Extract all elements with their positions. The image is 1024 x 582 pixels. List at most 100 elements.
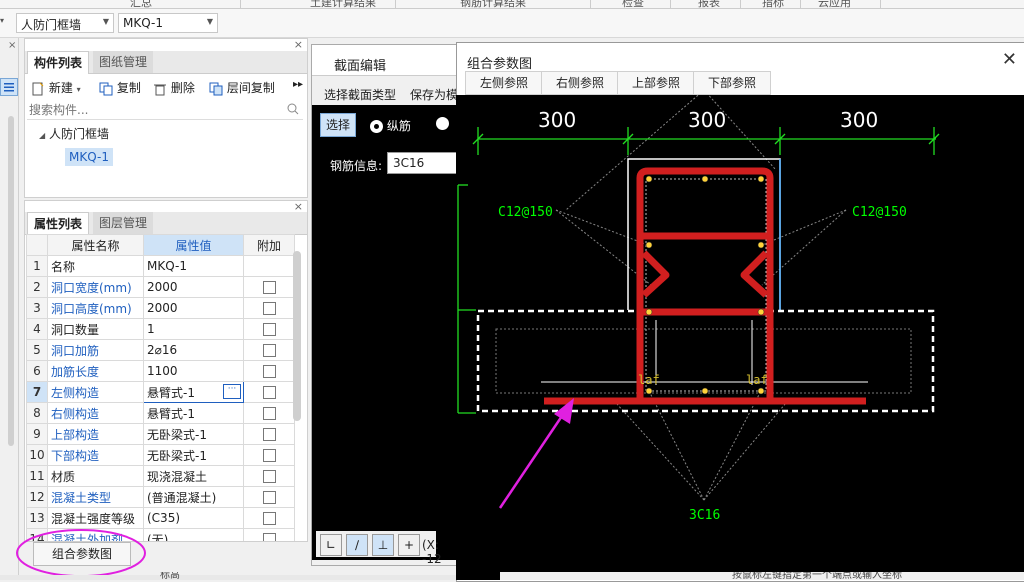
property-value[interactable]: (C35) xyxy=(143,507,244,529)
select-section-type-button[interactable]: 选择截面类型 xyxy=(324,86,396,103)
extra-checkbox[interactable] xyxy=(262,344,276,357)
tab-layer-management[interactable]: 图层管理 xyxy=(93,212,154,234)
property-value[interactable]: 现浇混凝土 xyxy=(143,465,244,487)
extra-checkbox[interactable] xyxy=(262,470,276,483)
tab-drawing-management[interactable]: 图纸管理 xyxy=(93,51,154,73)
table-row[interactable]: 13 混凝土强度等级 (C35) xyxy=(26,507,295,529)
extra-checkbox-cell xyxy=(243,528,295,541)
property-value[interactable]: 2⌀16 xyxy=(143,339,244,361)
search-box[interactable] xyxy=(27,101,303,120)
floor-copy-button[interactable]: 层间复制 xyxy=(209,79,275,96)
property-value[interactable]: (无) xyxy=(143,528,244,541)
property-name: 材质 xyxy=(47,465,144,487)
tab-summary[interactable]: 汇总 xyxy=(130,0,152,8)
rebar-info-input[interactable]: 3C16 xyxy=(387,152,462,174)
property-scrollbar[interactable] xyxy=(293,251,301,421)
table-row[interactable]: 1 名称 MKQ-1 xyxy=(26,255,295,277)
tab-top-reference[interactable]: 上部参照 xyxy=(617,71,695,95)
tree-item-mkq-1[interactable]: MKQ-1 xyxy=(65,148,113,166)
property-value-text: 现浇混凝土 xyxy=(147,469,208,484)
extra-checkbox[interactable] xyxy=(262,428,276,441)
property-value[interactable]: 无卧梁式-1 xyxy=(143,444,244,466)
delete-button[interactable]: 删除 xyxy=(153,79,195,96)
line-snap-icon[interactable]: ∕ xyxy=(346,534,368,556)
ellipsis-button[interactable]: ··· xyxy=(223,384,241,399)
extra-checkbox[interactable] xyxy=(262,491,276,504)
tab-bottom-reference[interactable]: 下部参照 xyxy=(693,71,771,95)
property-name: 洞口高度(mm) xyxy=(47,297,144,319)
tab-left-reference[interactable]: 左侧参照 xyxy=(465,71,543,95)
extra-checkbox[interactable] xyxy=(262,281,276,294)
property-value[interactable]: 无卧梁式-1 xyxy=(143,423,244,445)
extra-checkbox[interactable] xyxy=(262,323,276,336)
search-icon[interactable] xyxy=(287,103,299,115)
property-value[interactable]: 悬臂式-1 xyxy=(143,402,244,424)
row-number: 1 xyxy=(26,255,48,277)
more-icon[interactable]: ▸▸ xyxy=(293,79,303,90)
property-value[interactable]: 悬臂式-1 ··· xyxy=(143,381,244,403)
extra-checkbox[interactable] xyxy=(262,407,276,420)
tab-civil-result[interactable]: 土建计算结果 xyxy=(310,0,376,8)
tab-cloud[interactable]: 云应用 xyxy=(818,0,851,8)
copy-button[interactable]: 复制 xyxy=(99,79,141,96)
search-input[interactable] xyxy=(27,101,271,119)
other-radio[interactable] xyxy=(436,117,449,130)
extra-checkbox[interactable] xyxy=(262,449,276,462)
tab-report[interactable]: 报表 xyxy=(698,0,720,8)
extra-checkbox[interactable] xyxy=(262,512,276,525)
tab-rebar-result[interactable]: 钢筋计算结果 xyxy=(460,0,526,8)
delete-button-label: 删除 xyxy=(170,81,195,95)
table-row[interactable]: 9 上部构造 无卧梁式-1 xyxy=(26,423,295,445)
property-value[interactable]: (普通混凝土) xyxy=(143,486,244,508)
save-as-template-button[interactable]: 保存为模 xyxy=(410,86,458,103)
dim-label-middle: 300 xyxy=(688,108,726,132)
orthogonal-snap-icon[interactable]: ∟ xyxy=(320,534,342,556)
tab-property-list[interactable]: 属性列表 xyxy=(27,212,90,235)
longitudinal-radio[interactable]: 纵筋 xyxy=(370,117,411,134)
rebar-info-label: 钢筋信息: xyxy=(330,159,383,173)
close-icon[interactable]: × xyxy=(8,40,16,51)
property-value-text: (普通混凝土) xyxy=(147,490,217,505)
tab-component-list[interactable]: 构件列表 xyxy=(27,51,90,74)
tab-index[interactable]: 指标 xyxy=(762,0,784,8)
table-row[interactable]: 6 加筋长度 1100 xyxy=(26,360,295,382)
add-point-icon[interactable]: + xyxy=(398,534,420,556)
extra-checkbox[interactable] xyxy=(262,365,276,378)
extra-checkbox-cell xyxy=(243,360,295,382)
property-value[interactable]: MKQ-1 xyxy=(143,255,244,277)
component-type-select[interactable]: 人防门框墙 ▼ xyxy=(16,13,114,33)
table-row[interactable]: 4 洞口数量 1 xyxy=(26,318,295,340)
close-icon[interactable]: ✕ xyxy=(1002,49,1017,70)
table-row[interactable]: 5 洞口加筋 2⌀16 xyxy=(26,339,295,361)
extra-checkbox[interactable] xyxy=(262,386,276,399)
component-name-select[interactable]: MKQ-1 ▼ xyxy=(118,13,218,33)
tab-check[interactable]: 检查 xyxy=(622,0,644,8)
property-value-text: (C35) xyxy=(147,511,181,525)
property-value-text: 无卧梁式-1 xyxy=(147,448,207,463)
perpendicular-snap-icon[interactable]: ⊥ xyxy=(372,534,394,556)
extra-checkbox[interactable] xyxy=(262,302,276,315)
property-value[interactable]: 2000 xyxy=(143,297,244,319)
property-value[interactable]: 1 xyxy=(143,318,244,340)
row-number: 5 xyxy=(26,339,48,361)
property-value[interactable]: 2000 xyxy=(143,276,244,298)
left-scrollbar[interactable] xyxy=(8,116,14,446)
table-row[interactable]: 8 右侧构造 悬臂式-1 xyxy=(26,402,295,424)
new-button[interactable]: 新建 ▾ xyxy=(31,79,81,96)
close-icon[interactable]: × xyxy=(294,38,303,51)
table-row[interactable]: 3 洞口高度(mm) 2000 xyxy=(26,297,295,319)
table-row[interactable]: 12 混凝土类型 (普通混凝土) xyxy=(26,486,295,508)
property-value[interactable]: 1100 xyxy=(143,360,244,382)
table-row[interactable]: 11 材质 现浇混凝土 xyxy=(26,465,295,487)
list-view-icon[interactable] xyxy=(0,78,18,96)
tree-root[interactable]: ◢ 人防门框墙 xyxy=(39,125,109,142)
expand-icon[interactable]: ◢ xyxy=(39,131,45,140)
table-row[interactable]: 2 洞口宽度(mm) 2000 xyxy=(26,276,295,298)
extra-checkbox[interactable] xyxy=(262,533,276,541)
tab-right-reference[interactable]: 右侧参照 xyxy=(541,71,619,95)
table-row[interactable]: 10 下部构造 无卧梁式-1 xyxy=(26,444,295,466)
select-button[interactable]: 选择 xyxy=(320,113,356,137)
annotation-bottom: 3C16 xyxy=(689,508,720,523)
table-row[interactable]: 7 左侧构造 悬臂式-1 ··· xyxy=(26,381,295,403)
extra-checkbox-cell xyxy=(243,507,295,529)
